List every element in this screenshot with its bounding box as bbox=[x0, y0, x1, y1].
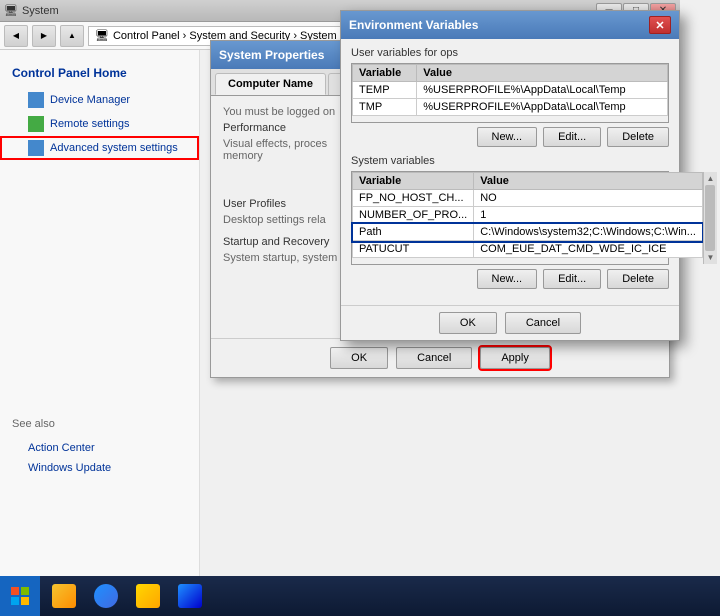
remote-settings-icon bbox=[28, 116, 44, 132]
ie-icon bbox=[94, 584, 118, 608]
sys-props-footer: OK Cancel Apply bbox=[211, 338, 669, 377]
scroll-down-icon[interactable]: ▼ bbox=[707, 253, 715, 262]
sys-vars-section: System variables Variable Value FP_NO_HO… bbox=[351, 155, 669, 289]
advanced-settings-label: Advanced system settings bbox=[50, 142, 178, 154]
system-title: 🖥 System bbox=[4, 4, 59, 17]
user-vars-table-container: Variable Value TEMP %USERPROFILE%\AppDat… bbox=[351, 63, 669, 123]
sys-var-path-name: Path bbox=[353, 224, 474, 241]
taskbar-ie2[interactable] bbox=[170, 577, 210, 615]
taskbar-items bbox=[40, 577, 214, 615]
sys-props-apply-button[interactable]: Apply bbox=[480, 347, 550, 369]
action-center-label: Action Center bbox=[28, 442, 95, 454]
sys-var-col-value: Value bbox=[474, 173, 703, 190]
up-button[interactable] bbox=[60, 25, 84, 47]
start-button[interactable] bbox=[0, 576, 40, 616]
sys-vars-edit-button[interactable]: Edit... bbox=[543, 269, 601, 289]
user-var-col-variable: Variable bbox=[353, 65, 417, 82]
sys-props-ok-button[interactable]: OK bbox=[330, 347, 388, 369]
ie2-icon bbox=[178, 584, 202, 608]
remote-settings-label: Remote settings bbox=[50, 118, 129, 130]
sys-vars-buttons: New... Edit... Delete bbox=[351, 269, 669, 289]
user-vars-buttons: New... Edit... Delete bbox=[351, 127, 669, 147]
sys-var-row-patucut[interactable]: PATUCUT COM_EUE_DAT_CMD_WDE_IC_ICE bbox=[353, 241, 703, 258]
sidebar-item-action-center[interactable]: Action Center bbox=[0, 438, 199, 458]
env-close-button[interactable]: ✕ bbox=[649, 16, 671, 34]
env-title: Environment Variables bbox=[349, 18, 478, 32]
scroll-thumb bbox=[705, 185, 715, 251]
see-also-label: See also bbox=[0, 410, 199, 438]
sys-vars-label: System variables bbox=[351, 155, 669, 167]
sys-vars-new-button[interactable]: New... bbox=[477, 269, 538, 289]
environment-variables-dialog: Environment Variables ✕ User variables f… bbox=[340, 10, 680, 341]
sys-vars-table-container: Variable Value FP_NO_HOST_CH... NO NUMBE… bbox=[351, 171, 669, 265]
sys-var-number-name: NUMBER_OF_PRO... bbox=[353, 207, 474, 224]
env-titlebar: Environment Variables ✕ bbox=[341, 11, 679, 39]
sys-var-row-number[interactable]: NUMBER_OF_PRO... 1 bbox=[353, 207, 703, 224]
sys-var-fp-name: FP_NO_HOST_CH... bbox=[353, 190, 474, 207]
sys-vars-scrollbar[interactable]: ▲ ▼ bbox=[703, 172, 717, 264]
sys-vars-table: Variable Value FP_NO_HOST_CH... NO NUMBE… bbox=[352, 172, 703, 258]
sys-var-patucut-name: PATUCUT bbox=[353, 241, 474, 258]
user-var-row-temp[interactable]: TEMP %USERPROFILE%\AppData\Local\Temp bbox=[353, 82, 668, 99]
taskbar bbox=[0, 576, 720, 616]
user-vars-delete-button[interactable]: Delete bbox=[607, 127, 669, 147]
device-manager-icon bbox=[28, 92, 44, 108]
env-footer: OK Cancel bbox=[341, 305, 679, 340]
system-title-icon: 🖥 bbox=[4, 4, 18, 17]
env-ok-button[interactable]: OK bbox=[439, 312, 497, 334]
sidebar-title[interactable]: Control Panel Home bbox=[0, 58, 199, 88]
sys-props-title: System Properties bbox=[219, 48, 324, 62]
tab-computer-name[interactable]: Computer Name bbox=[215, 73, 326, 95]
sidebar-item-advanced-system-settings[interactable]: Advanced system settings bbox=[0, 136, 199, 160]
taskbar-explorer[interactable] bbox=[44, 577, 84, 615]
sys-vars-table-wrapper: Variable Value FP_NO_HOST_CH... NO NUMBE… bbox=[352, 172, 668, 264]
user-vars-new-button[interactable]: New... bbox=[477, 127, 538, 147]
taskbar-ie[interactable] bbox=[86, 577, 126, 615]
user-var-tmp-value: %USERPROFILE%\AppData\Local\Temp bbox=[417, 99, 668, 116]
sidebar: Control Panel Home Device Manager Remote… bbox=[0, 50, 200, 576]
device-manager-label: Device Manager bbox=[50, 94, 130, 106]
address-icon: 🖥 bbox=[95, 29, 109, 42]
sidebar-item-device-manager[interactable]: Device Manager bbox=[0, 88, 199, 112]
file-manager-icon bbox=[136, 584, 160, 608]
user-vars-table: Variable Value TEMP %USERPROFILE%\AppDat… bbox=[352, 64, 668, 116]
sys-var-fp-value: NO bbox=[474, 190, 703, 207]
user-var-col-value: Value bbox=[417, 65, 668, 82]
sys-var-row-path[interactable]: Path C:\Windows\system32;C:\Windows;C:\W… bbox=[353, 224, 703, 241]
user-vars-label: User variables for ops bbox=[351, 47, 669, 59]
env-content: User variables for ops Variable Value TE… bbox=[341, 39, 679, 305]
start-icon bbox=[10, 586, 30, 606]
sys-var-number-value: 1 bbox=[474, 207, 703, 224]
user-var-tmp-name: TMP bbox=[353, 99, 417, 116]
sys-var-patucut-value: COM_EUE_DAT_CMD_WDE_IC_ICE bbox=[474, 241, 703, 258]
scroll-up-icon[interactable]: ▲ bbox=[707, 174, 715, 183]
user-var-row-tmp[interactable]: TMP %USERPROFILE%\AppData\Local\Temp bbox=[353, 99, 668, 116]
user-var-temp-name: TEMP bbox=[353, 82, 417, 99]
taskbar-file-manager[interactable] bbox=[128, 577, 168, 615]
sys-vars-delete-button[interactable]: Delete bbox=[607, 269, 669, 289]
user-vars-edit-button[interactable]: Edit... bbox=[543, 127, 601, 147]
user-var-temp-value: %USERPROFILE%\AppData\Local\Temp bbox=[417, 82, 668, 99]
sidebar-item-windows-update[interactable]: Windows Update bbox=[0, 458, 199, 478]
windows-update-label: Windows Update bbox=[28, 462, 111, 474]
env-cancel-button[interactable]: Cancel bbox=[505, 312, 581, 334]
back-button[interactable] bbox=[4, 25, 28, 47]
sidebar-item-remote-settings[interactable]: Remote settings bbox=[0, 112, 199, 136]
system-title-text: System bbox=[22, 5, 59, 17]
explorer-icon bbox=[52, 584, 76, 608]
sys-props-cancel-button[interactable]: Cancel bbox=[396, 347, 472, 369]
sys-var-path-value: C:\Windows\system32;C:\Windows;C:\Win... bbox=[474, 224, 703, 241]
forward-button[interactable] bbox=[32, 25, 56, 47]
advanced-settings-icon bbox=[28, 140, 44, 156]
sys-var-col-variable: Variable bbox=[353, 173, 474, 190]
sys-var-row-fp[interactable]: FP_NO_HOST_CH... NO bbox=[353, 190, 703, 207]
